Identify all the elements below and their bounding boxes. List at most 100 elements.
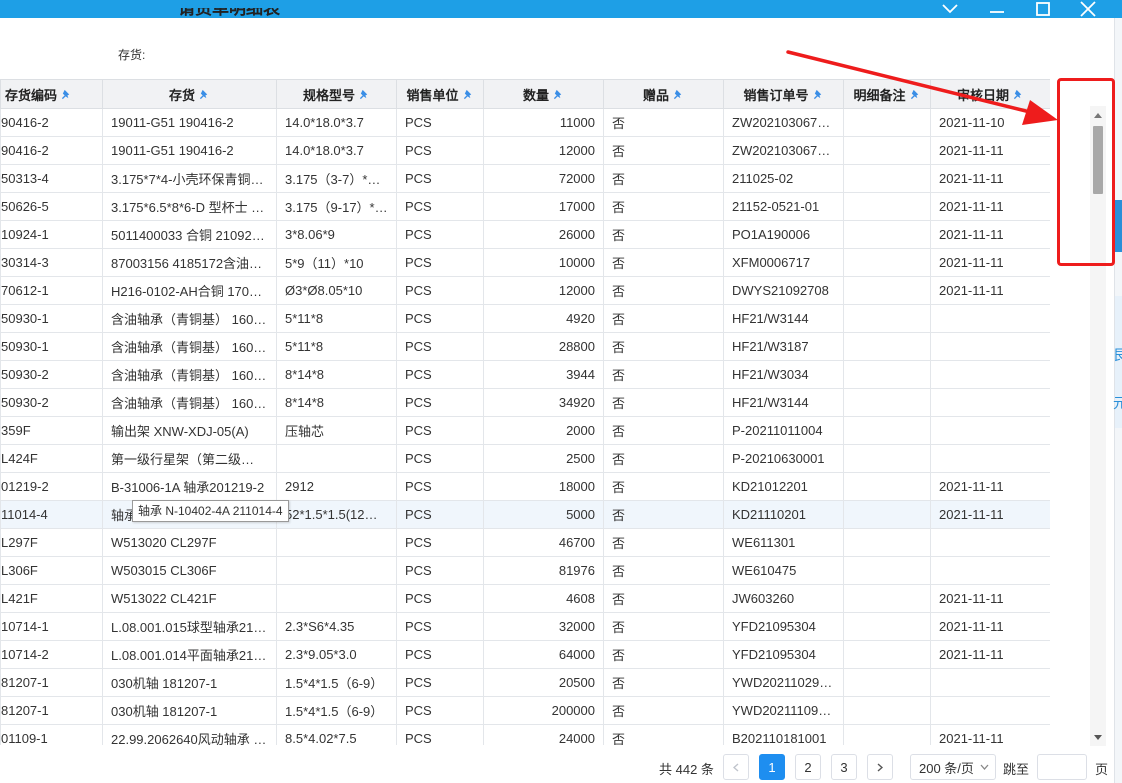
cell-spec[interactable]: 2912 xyxy=(276,472,397,501)
cell-note[interactable] xyxy=(843,248,931,277)
cell-date[interactable] xyxy=(930,416,1050,445)
cell-item[interactable]: 5011400033 合铜 21092… xyxy=(102,220,277,249)
cell-note[interactable] xyxy=(843,360,931,389)
pin-icon[interactable] xyxy=(61,89,72,100)
cell-date[interactable]: 2021-11-11 xyxy=(930,584,1050,613)
pin-icon[interactable] xyxy=(199,89,210,100)
cell-code[interactable]: 81207-1 xyxy=(0,696,103,725)
column-header-code[interactable]: 存货编码 xyxy=(0,79,103,109)
next-page-button[interactable] xyxy=(867,754,893,780)
table-row[interactable]: 81207-1 030机轴 181207-1 1.5*4*1.5（6-9） PCS 20… xyxy=(0,696,1050,725)
cell-qty[interactable]: 18000 xyxy=(483,472,604,501)
cell-spec[interactable] xyxy=(276,556,397,585)
cell-date[interactable]: 2021-11-11 xyxy=(930,136,1050,165)
cell-unit[interactable]: PCS xyxy=(396,220,484,249)
cell-qty[interactable]: 200000 xyxy=(483,696,604,725)
cell-code[interactable]: 50626-5 xyxy=(0,192,103,221)
cell-code[interactable]: 70612-1 xyxy=(0,276,103,305)
table-row[interactable]: 90416-2 19011-G51 190416-2 14.0*18.0*3.7 PC… xyxy=(0,108,1050,137)
cell-qty[interactable]: 2000 xyxy=(483,416,604,445)
cell-qty[interactable]: 72000 xyxy=(483,164,604,193)
cell-date[interactable]: 2021-11-11 xyxy=(930,220,1050,249)
cell-code[interactable]: 50930-2 xyxy=(0,360,103,389)
cell-unit[interactable]: PCS xyxy=(396,444,484,473)
cell-unit[interactable]: PCS xyxy=(396,192,484,221)
cell-qty[interactable]: 12000 xyxy=(483,276,604,305)
cell-gift[interactable]: 否 xyxy=(603,500,724,529)
cell-gift[interactable]: 否 xyxy=(603,360,724,389)
cell-unit[interactable]: PCS xyxy=(396,108,484,137)
cell-order[interactable]: B202110181001 xyxy=(723,724,844,745)
cell-spec[interactable]: 2.3*S6*4.35 xyxy=(276,612,397,641)
cell-order[interactable]: WE611301 xyxy=(723,528,844,557)
cell-order[interactable]: HF21/W3187 xyxy=(723,332,844,361)
cell-date[interactable] xyxy=(930,444,1050,473)
cell-qty[interactable]: 4920 xyxy=(483,304,604,333)
cell-item[interactable]: L.08.001.015球型轴承21… xyxy=(102,612,277,641)
cell-order[interactable]: HF21/W3144 xyxy=(723,304,844,333)
cell-spec[interactable]: 14.0*18.0*3.7 xyxy=(276,136,397,165)
cell-spec[interactable]: 14.0*18.0*3.7 xyxy=(276,108,397,137)
cell-code[interactable]: L421F xyxy=(0,584,103,613)
cell-order[interactable]: XFM0006717 xyxy=(723,248,844,277)
cell-item[interactable]: B-31006-1A 轴承201219-2 xyxy=(102,472,277,501)
cell-unit[interactable]: PCS xyxy=(396,528,484,557)
table-row[interactable]: 10714-1 L.08.001.015球型轴承21… 2.3*S6*4.35 PCS… xyxy=(0,612,1050,641)
cell-qty[interactable]: 46700 xyxy=(483,528,604,557)
cell-note[interactable] xyxy=(843,612,931,641)
cell-order[interactable]: P-20211011004 xyxy=(723,416,844,445)
table-row[interactable]: L421F W513022 CL421F PCS 4608 否 JW603260 2021-… xyxy=(0,584,1050,613)
table-row[interactable]: 70612-1 H216-0102-AH合铜 1706… Ø3*Ø8.05*10 PC… xyxy=(0,276,1050,305)
cell-gift[interactable]: 否 xyxy=(603,332,724,361)
cell-date[interactable] xyxy=(930,556,1050,585)
column-header-item[interactable]: 存货 xyxy=(102,79,277,109)
cell-spec[interactable] xyxy=(276,444,397,473)
column-header-gift[interactable]: 赠品 xyxy=(603,79,724,109)
table-row[interactable]: 50313-4 3.175*7*4-小壳环保青铜… 3.175（3-7）*… PCS 7… xyxy=(0,164,1050,193)
cell-spec[interactable]: 2.3*9.05*3.0 xyxy=(276,640,397,669)
cell-item[interactable]: 19011-G51 190416-2 xyxy=(102,136,277,165)
cell-qty[interactable]: 17000 xyxy=(483,192,604,221)
cell-unit[interactable]: PCS xyxy=(396,388,484,417)
cell-note[interactable] xyxy=(843,192,931,221)
cell-item[interactable]: 030机轴 181207-1 xyxy=(102,696,277,725)
maximize-button[interactable] xyxy=(1025,0,1061,18)
cell-gift[interactable]: 否 xyxy=(603,584,724,613)
page-button-3[interactable]: 3 xyxy=(831,754,857,780)
cell-item[interactable]: W513020 CL297F xyxy=(102,528,277,557)
cell-note[interactable] xyxy=(843,108,931,137)
cell-unit[interactable]: PCS xyxy=(396,556,484,585)
cell-gift[interactable]: 否 xyxy=(603,164,724,193)
cell-unit[interactable]: PCS xyxy=(396,696,484,725)
cell-gift[interactable]: 否 xyxy=(603,556,724,585)
cell-code[interactable]: 11014-4 xyxy=(0,500,103,529)
cell-date[interactable]: 2021-11-11 xyxy=(930,612,1050,641)
column-header-qty[interactable]: 数量 xyxy=(483,79,604,109)
cell-qty[interactable]: 11000 xyxy=(483,108,604,137)
cell-item[interactable]: L.08.001.014平面轴承21… xyxy=(102,640,277,669)
cell-spec[interactable]: 3.175（9-17）*… xyxy=(276,192,397,221)
cell-gift[interactable]: 否 xyxy=(603,388,724,417)
table-row[interactable]: 50626-5 3.175*6.5*8*6-D 型杯士 … 3.175（9-17）*… xyxy=(0,192,1050,221)
cell-unit[interactable]: PCS xyxy=(396,360,484,389)
cell-item[interactable]: 含油轴承（青铜基） 160… xyxy=(102,304,277,333)
cell-gift[interactable]: 否 xyxy=(603,724,724,745)
cell-note[interactable] xyxy=(843,668,931,697)
cell-item[interactable]: H216-0102-AH合铜 1706… xyxy=(102,276,277,305)
cell-gift[interactable]: 否 xyxy=(603,220,724,249)
cell-code[interactable]: 50930-2 xyxy=(0,388,103,417)
cell-spec[interactable]: Ø3*Ø8.05*10 xyxy=(276,276,397,305)
cell-note[interactable] xyxy=(843,584,931,613)
table-row[interactable]: 359F 输出架 XNW-XDJ-05(A) 压轴芯 PCS 2000 否 P-202110… xyxy=(0,416,1050,445)
cell-date[interactable] xyxy=(930,388,1050,417)
cell-unit[interactable]: PCS xyxy=(396,276,484,305)
cell-qty[interactable]: 3944 xyxy=(483,360,604,389)
cell-spec[interactable] xyxy=(276,584,397,613)
table-row[interactable]: L424F 第一级行星架（第二级… PCS 2500 否 P-20210630001 xyxy=(0,444,1050,473)
cell-note[interactable] xyxy=(843,640,931,669)
pin-icon[interactable] xyxy=(1013,89,1024,100)
cell-unit[interactable]: PCS xyxy=(396,584,484,613)
cell-item[interactable]: 030机轴 181207-1 xyxy=(102,668,277,697)
cell-code[interactable]: 01219-2 xyxy=(0,472,103,501)
close-button[interactable] xyxy=(1070,0,1106,18)
